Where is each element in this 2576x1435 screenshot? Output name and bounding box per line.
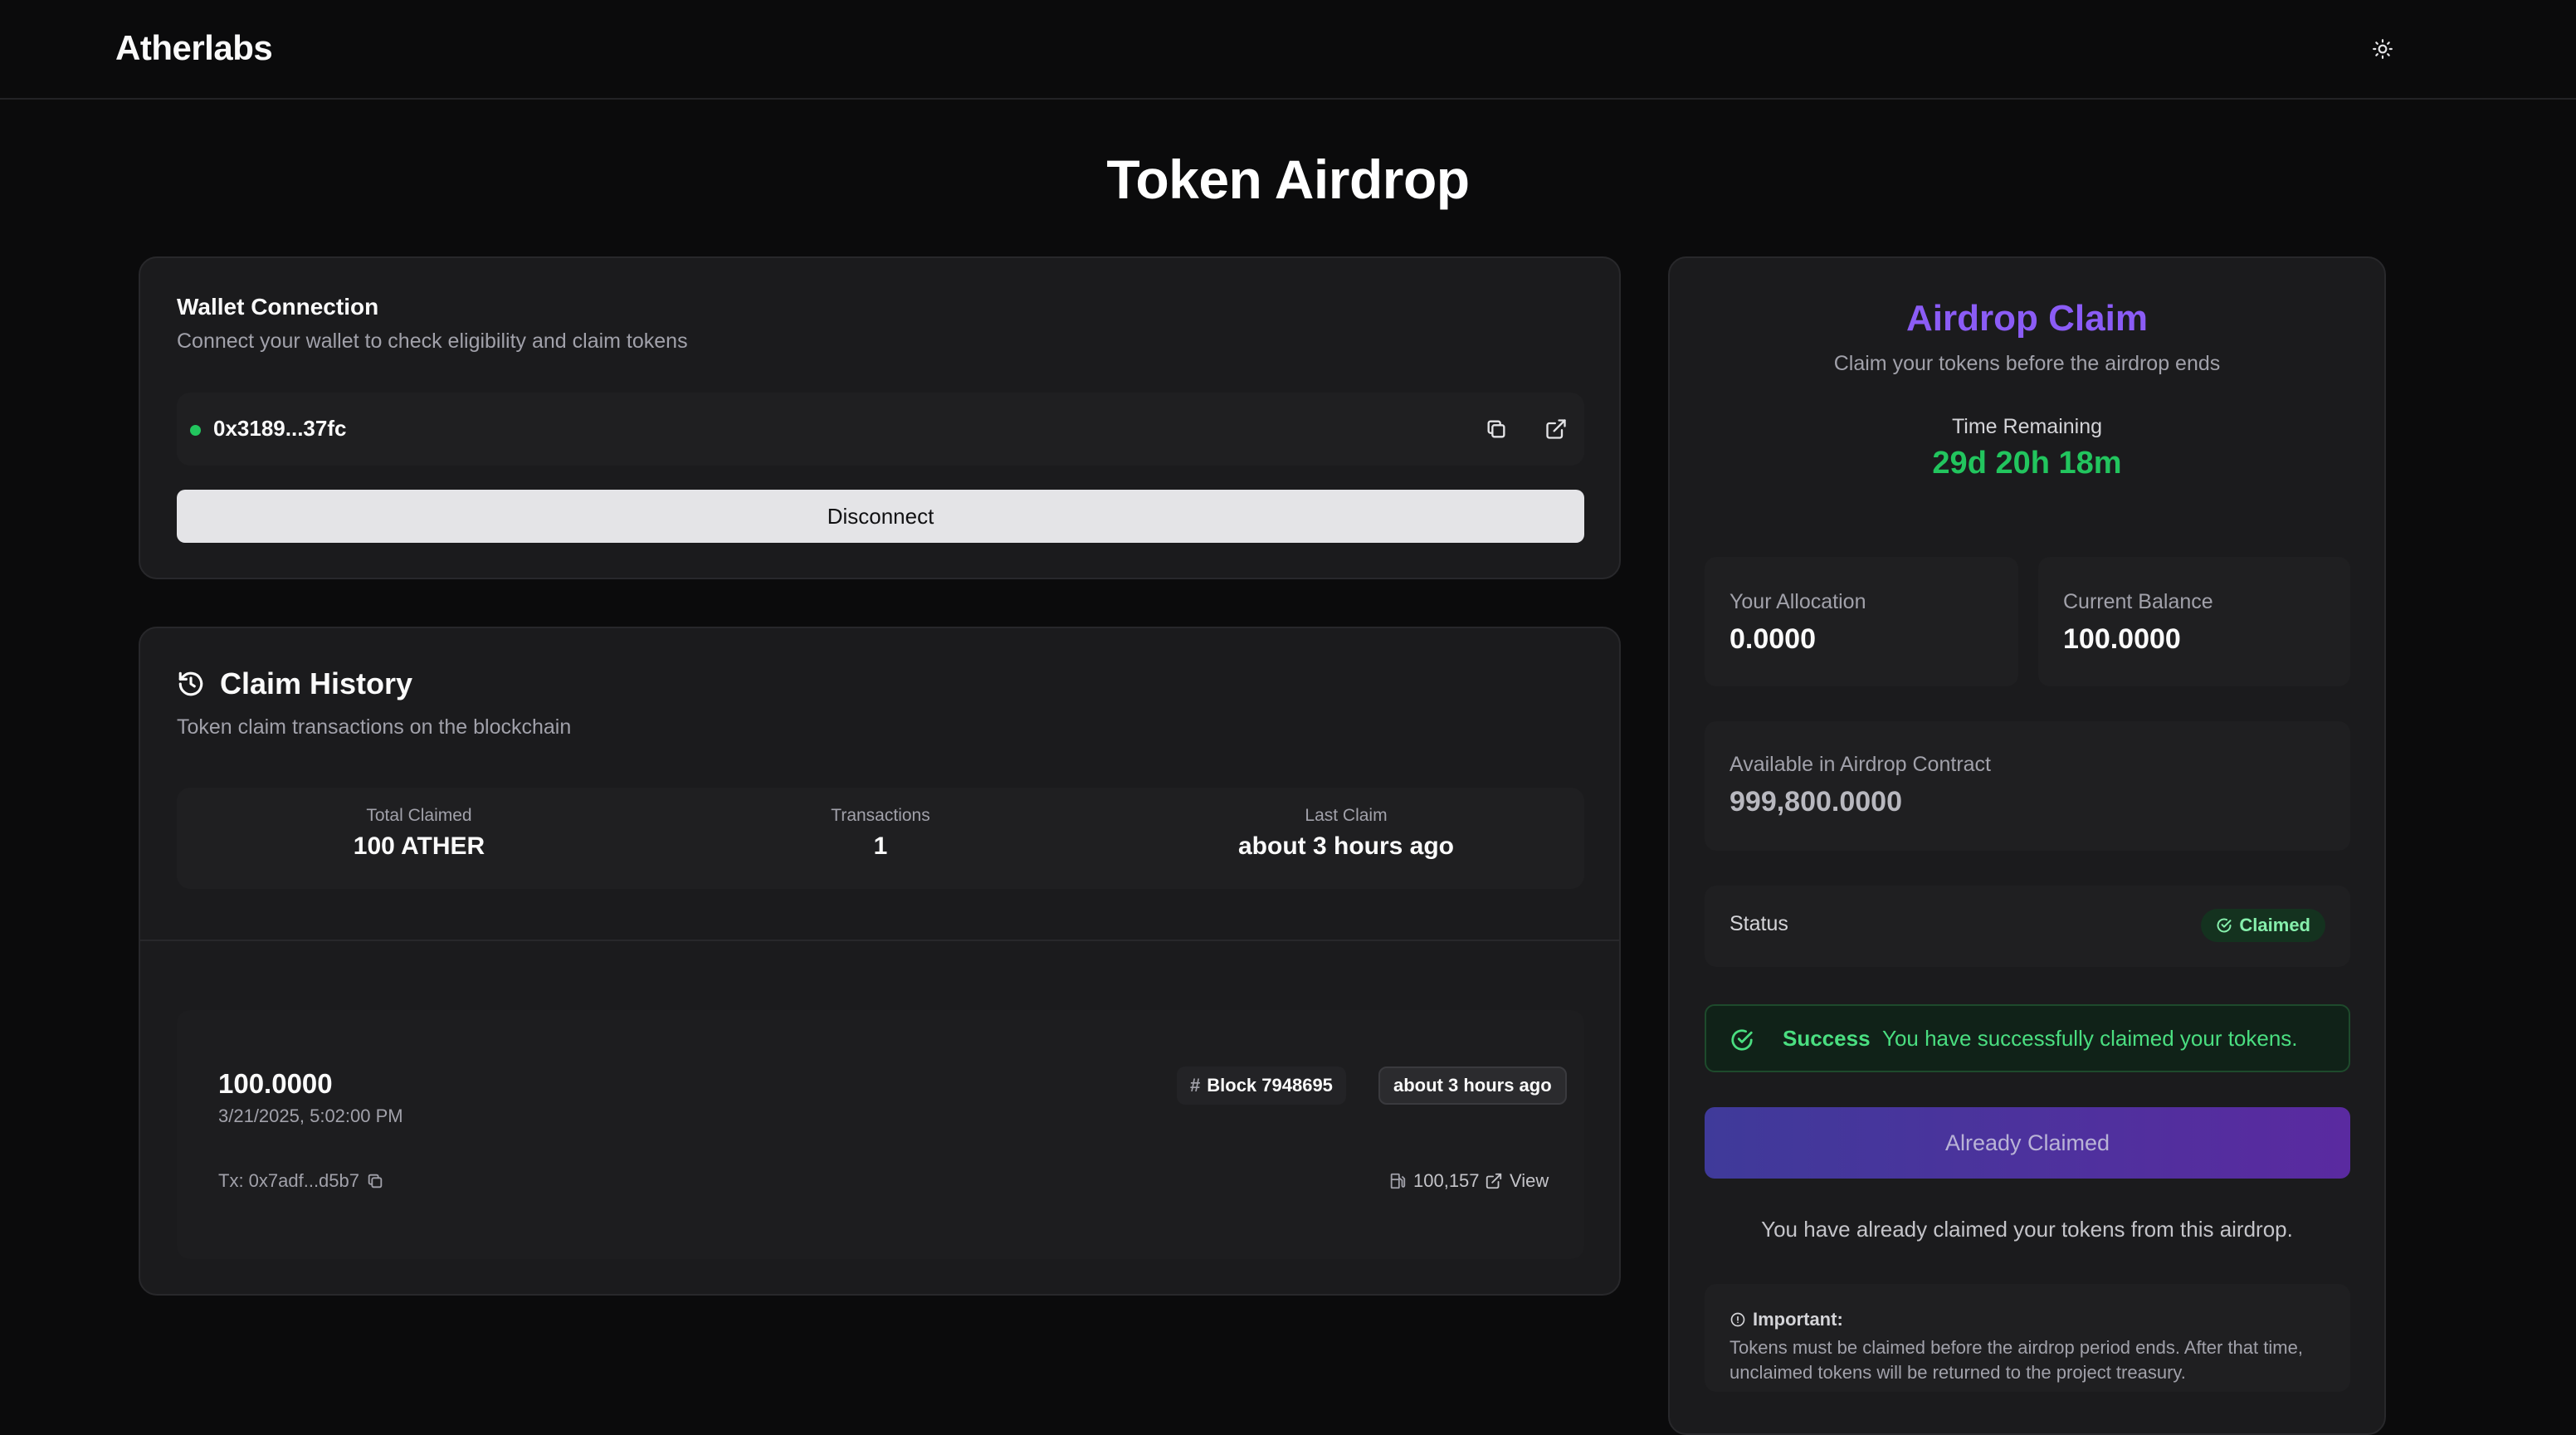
view-transaction-link[interactable]: View	[1485, 1170, 1549, 1192]
wallet-connection-card: Wallet Connection Connect your wallet to…	[139, 256, 1621, 579]
wallet-address-row: 0x3189...37fc	[177, 393, 1584, 466]
airdrop-claim-card: Airdrop Claim Claim your tokens before t…	[1668, 256, 2386, 1435]
open-explorer-button[interactable]	[1537, 410, 1575, 448]
stat-value: about 3 hours ago	[1237, 832, 1454, 860]
balance-label: Current Balance	[2063, 590, 2213, 613]
stat-value: 1	[873, 832, 888, 860]
balance-box: Current Balance 100.0000	[2038, 557, 2350, 686]
stat-label: Last Claim	[1305, 806, 1388, 825]
allocation-label: Your Allocation	[1730, 590, 1866, 613]
important-title: Important:	[1753, 1309, 1843, 1330]
transaction-hash-text: Tx: 0x7adf...d5b7	[218, 1170, 359, 1191]
airdrop-claim-subtitle: Claim your tokens before the airdrop end…	[1833, 352, 2221, 375]
view-label: View	[1510, 1170, 1549, 1191]
stat-total-claimed: Total Claimed 100 ATHER	[253, 806, 585, 861]
section-divider	[140, 940, 1619, 941]
history-icon	[178, 671, 203, 696]
important-heading: Important:	[1730, 1309, 1843, 1330]
gas-value: 100,157	[1413, 1170, 1480, 1191]
brand-logo[interactable]: Atherlabs	[115, 28, 273, 68]
hash-icon: #	[1190, 1075, 1201, 1096]
claim-stats: Total Claimed 100 ATHER Transactions 1 L…	[177, 788, 1584, 889]
check-circle-icon	[1731, 1029, 1753, 1051]
stat-last-claim: Last Claim about 3 hours ago	[1180, 806, 1512, 861]
fuel-icon	[1390, 1173, 1406, 1189]
disconnect-button[interactable]: Disconnect	[177, 490, 1584, 543]
time-remaining-value: 29d 20h 18m	[1932, 446, 2122, 481]
wallet-card-description: Connect your wallet to check eligibility…	[177, 329, 688, 353]
stat-transactions: Transactions 1	[715, 806, 1046, 861]
check-circle-icon	[2217, 918, 2232, 933]
stat-label: Total Claimed	[366, 806, 472, 825]
status-badge-text: Claimed	[2239, 915, 2310, 935]
airdrop-claim-title: Airdrop Claim	[1906, 298, 2148, 339]
allocation-value: 0.0000	[1730, 623, 1816, 655]
transaction-hash: Tx: 0x7adf...d5b7	[218, 1170, 384, 1192]
wallet-address: 0x3189...37fc	[213, 416, 347, 441]
claim-history-title: Claim History	[220, 666, 413, 700]
balance-value: 100.0000	[2063, 623, 2181, 655]
copy-icon[interactable]	[366, 1172, 384, 1190]
theme-toggle-button[interactable]	[2367, 32, 2398, 66]
claim-history-description: Token claim transactions on the blockcha…	[177, 715, 572, 739]
top-bar: Atherlabs	[0, 0, 2576, 100]
sun-icon	[2373, 39, 2393, 59]
time-remaining-label: Time Remaining	[1951, 415, 2103, 438]
already-claimed-button[interactable]: Already Claimed	[1705, 1107, 2350, 1179]
stat-label: Transactions	[831, 806, 930, 825]
copy-address-button[interactable]	[1477, 410, 1515, 448]
alert-message: You have successfully claimed your token…	[1882, 1026, 2298, 1051]
important-text: Tokens must be claimed before the airdro…	[1730, 1337, 2303, 1383]
contract-balance-label: Available in Airdrop Contract	[1730, 753, 1991, 776]
copy-icon	[1487, 420, 1505, 438]
contract-balance-value: 999,800.0000	[1730, 786, 1902, 818]
status-label: Status	[1730, 912, 1788, 935]
wallet-card-title: Wallet Connection	[177, 294, 379, 320]
contract-balance-box: Available in Airdrop Contract 999,800.00…	[1705, 721, 2350, 851]
transaction-amount: 100.0000	[218, 1068, 333, 1099]
alert-title: Success	[1783, 1026, 1871, 1051]
external-link-icon	[1486, 1173, 1502, 1189]
connected-status-dot	[190, 425, 201, 436]
success-alert: Success You have successfully claimed yo…	[1705, 1004, 2350, 1072]
gas-used: 100,157	[1388, 1170, 1480, 1192]
info-icon	[1730, 1312, 1745, 1327]
transaction-age-badge: about 3 hours ago	[1378, 1066, 1567, 1105]
page-title: Token Airdrop	[1106, 149, 1470, 210]
allocation-box: Your Allocation 0.0000	[1705, 557, 2018, 686]
block-badge: # Block 7948695	[1177, 1066, 1346, 1105]
claim-history-card: Claim History Token claim transactions o…	[139, 627, 1621, 1296]
status-badge: Claimed	[2201, 909, 2325, 942]
transaction-datetime: 3/21/2025, 5:02:00 PM	[218, 1106, 403, 1126]
already-claimed-note: You have already claimed your tokens fro…	[1761, 1217, 2293, 1242]
status-box: Status Claimed	[1705, 886, 2350, 967]
transaction-item: 100.0000 3/21/2025, 5:02:00 PM # Block 7…	[177, 1010, 1584, 1259]
external-link-icon	[1546, 419, 1566, 439]
block-number: Block 7948695	[1207, 1075, 1333, 1096]
important-notice: Important: Tokens must be claimed before…	[1705, 1284, 2350, 1392]
stat-value: 100 ATHER	[353, 832, 485, 860]
